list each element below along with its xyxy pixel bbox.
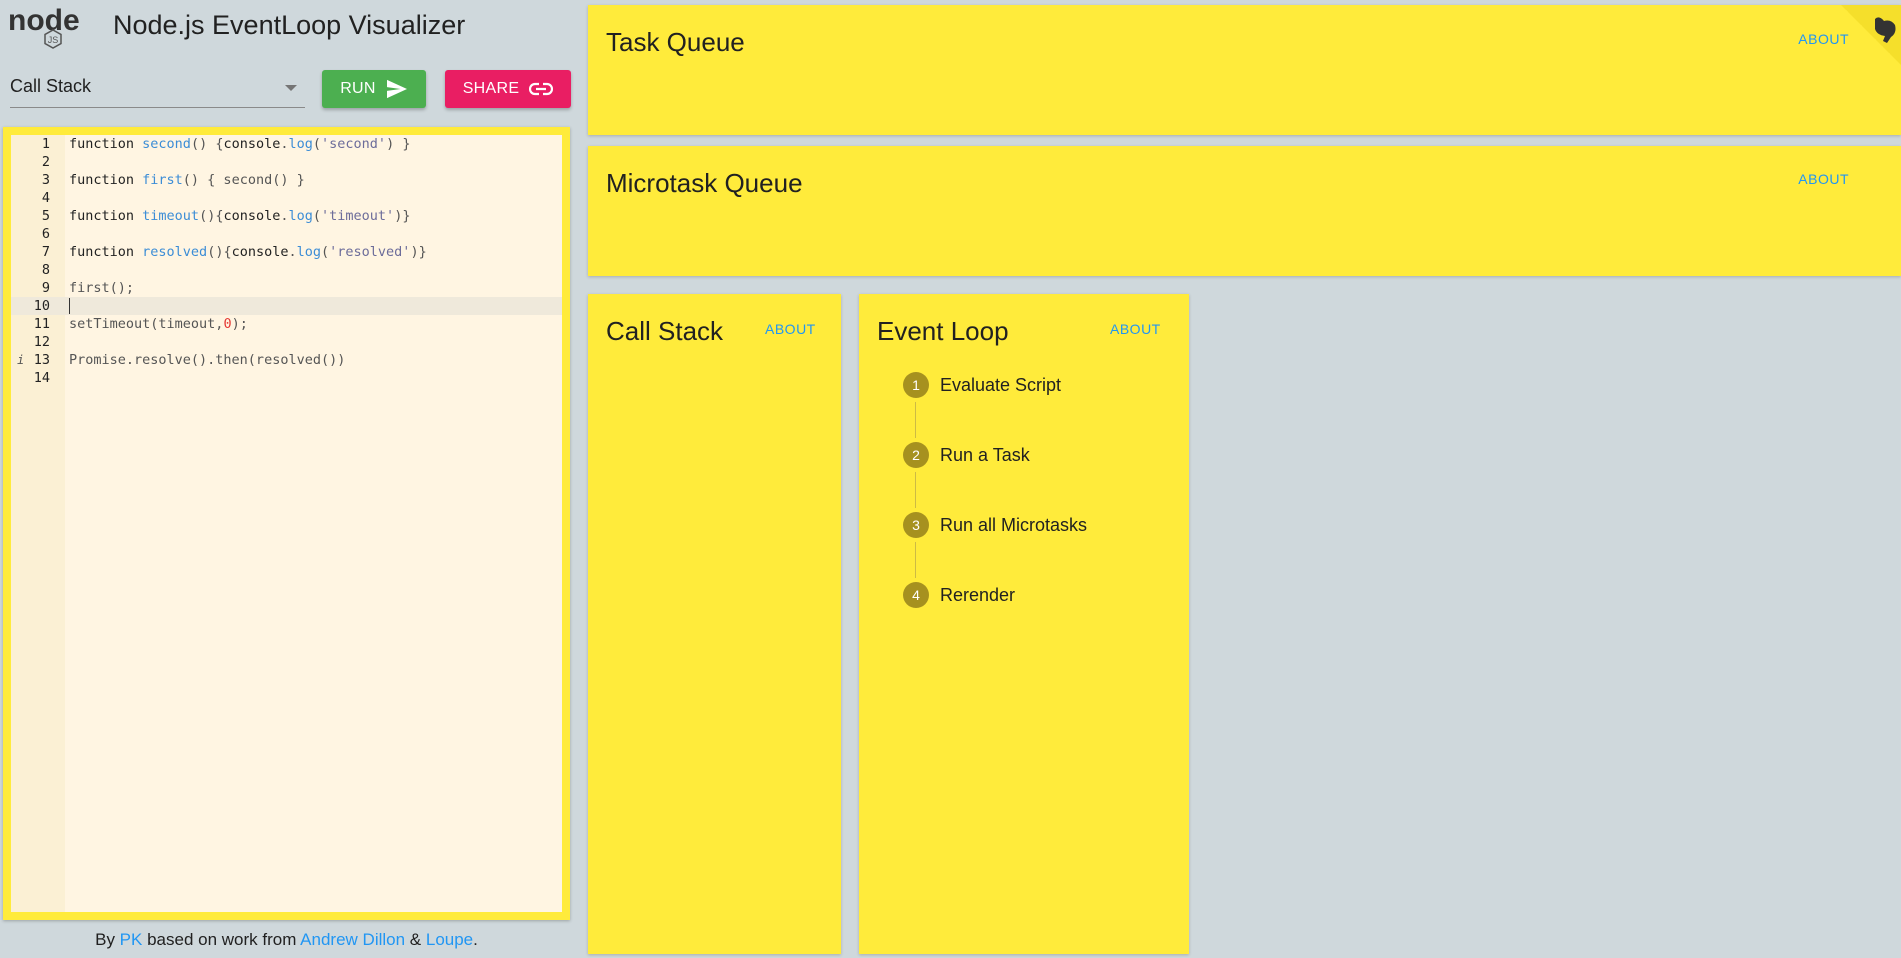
code-line[interactable]: 6 <box>11 225 562 243</box>
code-text: setTimeout(timeout,0); <box>69 316 248 332</box>
step-label: Evaluate Script <box>940 375 1062 395</box>
run-button-label: RUN <box>340 80 376 97</box>
step-connector <box>915 472 916 508</box>
step-label: Rerender <box>940 585 1016 605</box>
code-line[interactable]: 1 function second() {console.log('second'… <box>11 135 562 153</box>
line-number: 2 <box>41 154 50 170</box>
line-number: 6 <box>41 226 50 242</box>
call-stack-panel: Call Stack ABOUT <box>588 294 841 954</box>
step-connector <box>915 402 916 438</box>
app-title: Node.js EventLoop Visualizer <box>113 10 466 40</box>
code-line[interactable]: 3 function first() { second() } <box>11 171 562 189</box>
line-number: 8 <box>41 262 50 278</box>
code-line[interactable]: 2 <box>11 153 562 171</box>
nodejs-logo: node JS <box>8 0 98 54</box>
svg-text:JS: JS <box>48 35 59 45</box>
link-icon <box>529 82 554 96</box>
chevron-down-icon <box>285 85 297 91</box>
code-line[interactable]: 10 <box>11 297 562 315</box>
task-queue-panel: Task Queue ABOUT <box>588 5 1901 135</box>
code-line[interactable]: i 13 Promise.resolve().then(resolved()) <box>11 351 562 369</box>
code-line[interactable]: 12 <box>11 333 562 351</box>
event-loop-title: Event Loop <box>877 316 1009 346</box>
line-number: 14 <box>33 370 50 386</box>
code-line[interactable]: 5 function timeout(){console.log('timeout… <box>11 207 562 225</box>
code-editor-frame: 1 function second() {console.log('second'… <box>3 127 570 920</box>
footer-by: By <box>95 930 120 949</box>
pk-link[interactable]: PK <box>120 930 143 949</box>
step-number-badge: 1 <box>903 372 929 398</box>
view-select[interactable]: Call Stack <box>10 72 305 108</box>
line-number: 13 <box>33 352 50 368</box>
line-number: 5 <box>41 208 50 224</box>
line-number: 3 <box>41 172 50 188</box>
footer-amp: & <box>405 930 426 949</box>
code-editor[interactable]: 1 function second() {console.log('second'… <box>11 135 562 912</box>
step-label: Run all Microtasks <box>940 515 1088 535</box>
andrew-dillon-link[interactable]: Andrew Dillon <box>300 930 405 949</box>
code-text: first(); <box>69 280 135 296</box>
code-text: function second() {console.log('second')… <box>69 136 411 152</box>
line-number: 10 <box>33 298 50 314</box>
footer-dot: . <box>473 930 478 949</box>
line-number: 7 <box>41 244 50 260</box>
code-text <box>69 297 70 315</box>
svg-text:node: node <box>8 4 80 37</box>
microtask-queue-panel: Microtask Queue ABOUT <box>588 146 1901 276</box>
code-text: function resolved(){console.log('resolve… <box>69 244 427 260</box>
github-corner[interactable] <box>1841 5 1901 65</box>
code-line[interactable]: 4 <box>11 189 562 207</box>
microtask-queue-title: Microtask Queue <box>606 168 803 198</box>
code-line[interactable]: 7 function resolved(){console.log('resolv… <box>11 243 562 261</box>
step-connector <box>915 542 916 578</box>
send-icon <box>386 79 407 99</box>
event-loop-panel: Event Loop ABOUT 1 Evaluate Script 2 Run… <box>859 294 1189 954</box>
loupe-link[interactable]: Loupe <box>426 930 473 949</box>
code-text: function first() { second() } <box>69 172 305 188</box>
call-stack-about-link[interactable]: ABOUT <box>765 321 816 337</box>
run-button[interactable]: RUN <box>322 70 426 108</box>
event-loop-about-link[interactable]: ABOUT <box>1110 321 1161 337</box>
code-line[interactable]: 8 <box>11 261 562 279</box>
line-number: 11 <box>33 316 50 332</box>
code-text: function timeout(){console.log('timeout'… <box>69 208 411 224</box>
footer-based: based on work from <box>142 930 301 949</box>
code-line[interactable]: 14 <box>11 369 562 387</box>
share-button-label: SHARE <box>462 80 520 97</box>
microtask-queue-about-link[interactable]: ABOUT <box>1798 171 1849 187</box>
share-button[interactable]: SHARE <box>445 70 571 108</box>
view-select-value: Call Stack <box>10 76 92 96</box>
step-number-badge: 2 <box>903 442 929 468</box>
text-cursor <box>69 298 70 314</box>
line-number: 9 <box>41 280 50 296</box>
code-text: Promise.resolve().then(resolved()) <box>69 352 346 368</box>
line-number: 12 <box>33 334 50 350</box>
code-line[interactable]: 11 setTimeout(timeout,0); <box>11 315 562 333</box>
github-octocat-icon <box>1875 17 1896 43</box>
code-line[interactable]: 9 first(); <box>11 279 562 297</box>
task-queue-title: Task Queue <box>606 27 745 57</box>
footer-credits: By PK based on work from Andrew Dillon &… <box>0 930 573 950</box>
step-number-badge: 3 <box>903 512 929 538</box>
step-number-badge: 4 <box>903 582 929 608</box>
step-label: Run a Task <box>940 445 1030 465</box>
line-number: 4 <box>41 190 50 206</box>
line-number: 1 <box>41 136 50 152</box>
call-stack-title: Call Stack <box>606 316 724 346</box>
